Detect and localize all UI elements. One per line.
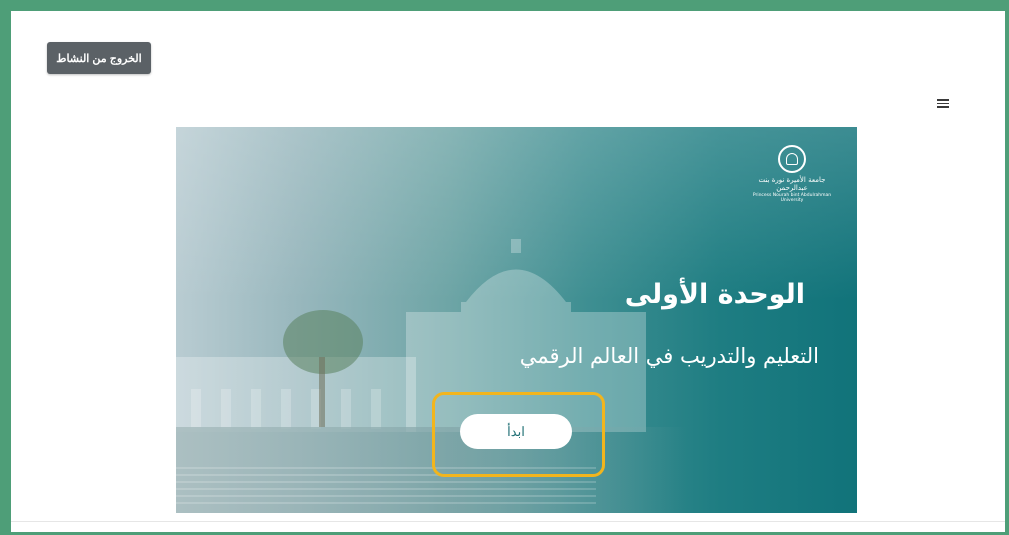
dome-drum (461, 302, 571, 312)
menu-bar (937, 106, 949, 108)
university-emblem-icon (778, 145, 806, 173)
university-name-ar: جامعة الأميرة نورة بنت عبدالرحمن (758, 176, 826, 192)
university-name-en: Princess Nourah bint Abdulrahman Univers… (752, 193, 832, 203)
hamburger-menu-icon[interactable] (937, 99, 949, 108)
exit-activity-button[interactable]: الخروج من النشاط (47, 42, 151, 74)
unit-subtitle: التعليم والتدريب في العالم الرقمي (519, 344, 819, 368)
start-button[interactable]: ابدأ (460, 414, 572, 449)
plaza-steps (176, 467, 596, 507)
unit-banner: جامعة الأميرة نورة بنت عبدالرحمن Princes… (176, 127, 857, 513)
university-logo: جامعة الأميرة نورة بنت عبدالرحمن Princes… (742, 145, 842, 203)
unit-title: الوحدة الأولى (624, 279, 805, 310)
dome-finial (511, 239, 521, 253)
dome (466, 269, 566, 302)
menu-bar (937, 102, 949, 105)
content-divider (11, 521, 1005, 522)
menu-bar (937, 99, 949, 101)
